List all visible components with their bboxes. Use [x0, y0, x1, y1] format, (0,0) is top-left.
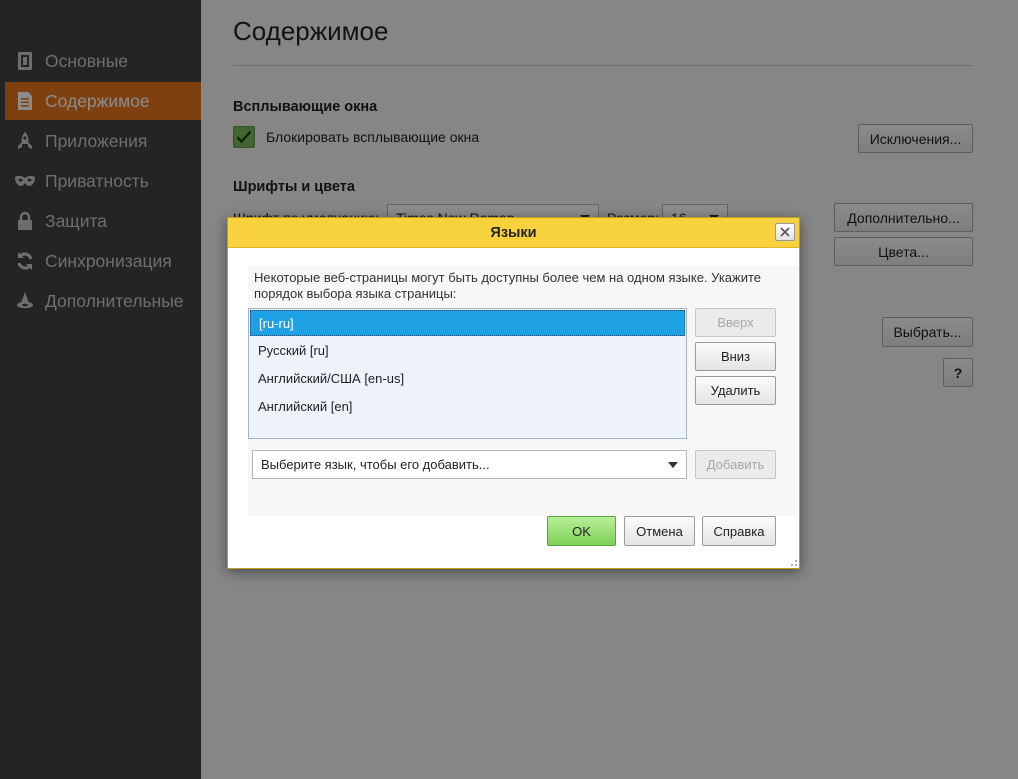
close-button[interactable] — [775, 223, 795, 241]
add-language-select[interactable]: Выберите язык, чтобы его добавить... — [252, 450, 687, 479]
dialog-description: Некоторые веб-страницы могут быть доступ… — [254, 270, 762, 301]
cancel-button[interactable]: Отмена — [624, 516, 695, 546]
language-item[interactable]: Английский/США [en-us] — [250, 365, 685, 391]
close-icon — [780, 227, 790, 237]
language-item[interactable]: Английский [en] — [250, 393, 685, 419]
add-button[interactable]: Добавить — [695, 450, 776, 479]
dialog-title: Языки — [490, 224, 537, 241]
dialog-titlebar: Языки — [228, 218, 799, 248]
add-language-placeholder: Выберите язык, чтобы его добавить... — [261, 457, 490, 472]
help-dialog-button[interactable]: Справка — [702, 516, 776, 546]
dialog-body: Некоторые веб-страницы могут быть доступ… — [248, 266, 798, 516]
ok-button[interactable]: OK — [547, 516, 616, 546]
language-item[interactable]: Русский [ru] — [250, 337, 685, 363]
languages-dialog: Языки Некоторые веб-страницы могут быть … — [227, 217, 800, 569]
resize-grip-icon[interactable] — [788, 557, 798, 567]
move-down-button[interactable]: Вниз — [695, 342, 776, 371]
chevron-down-icon — [668, 461, 678, 468]
remove-button[interactable]: Удалить — [695, 376, 776, 405]
language-item-selected[interactable]: [ru-ru] — [250, 310, 685, 336]
move-up-button[interactable]: Вверх — [695, 308, 776, 337]
language-list[interactable]: [ru-ru] Русский [ru] Английский/США [en-… — [248, 308, 687, 439]
